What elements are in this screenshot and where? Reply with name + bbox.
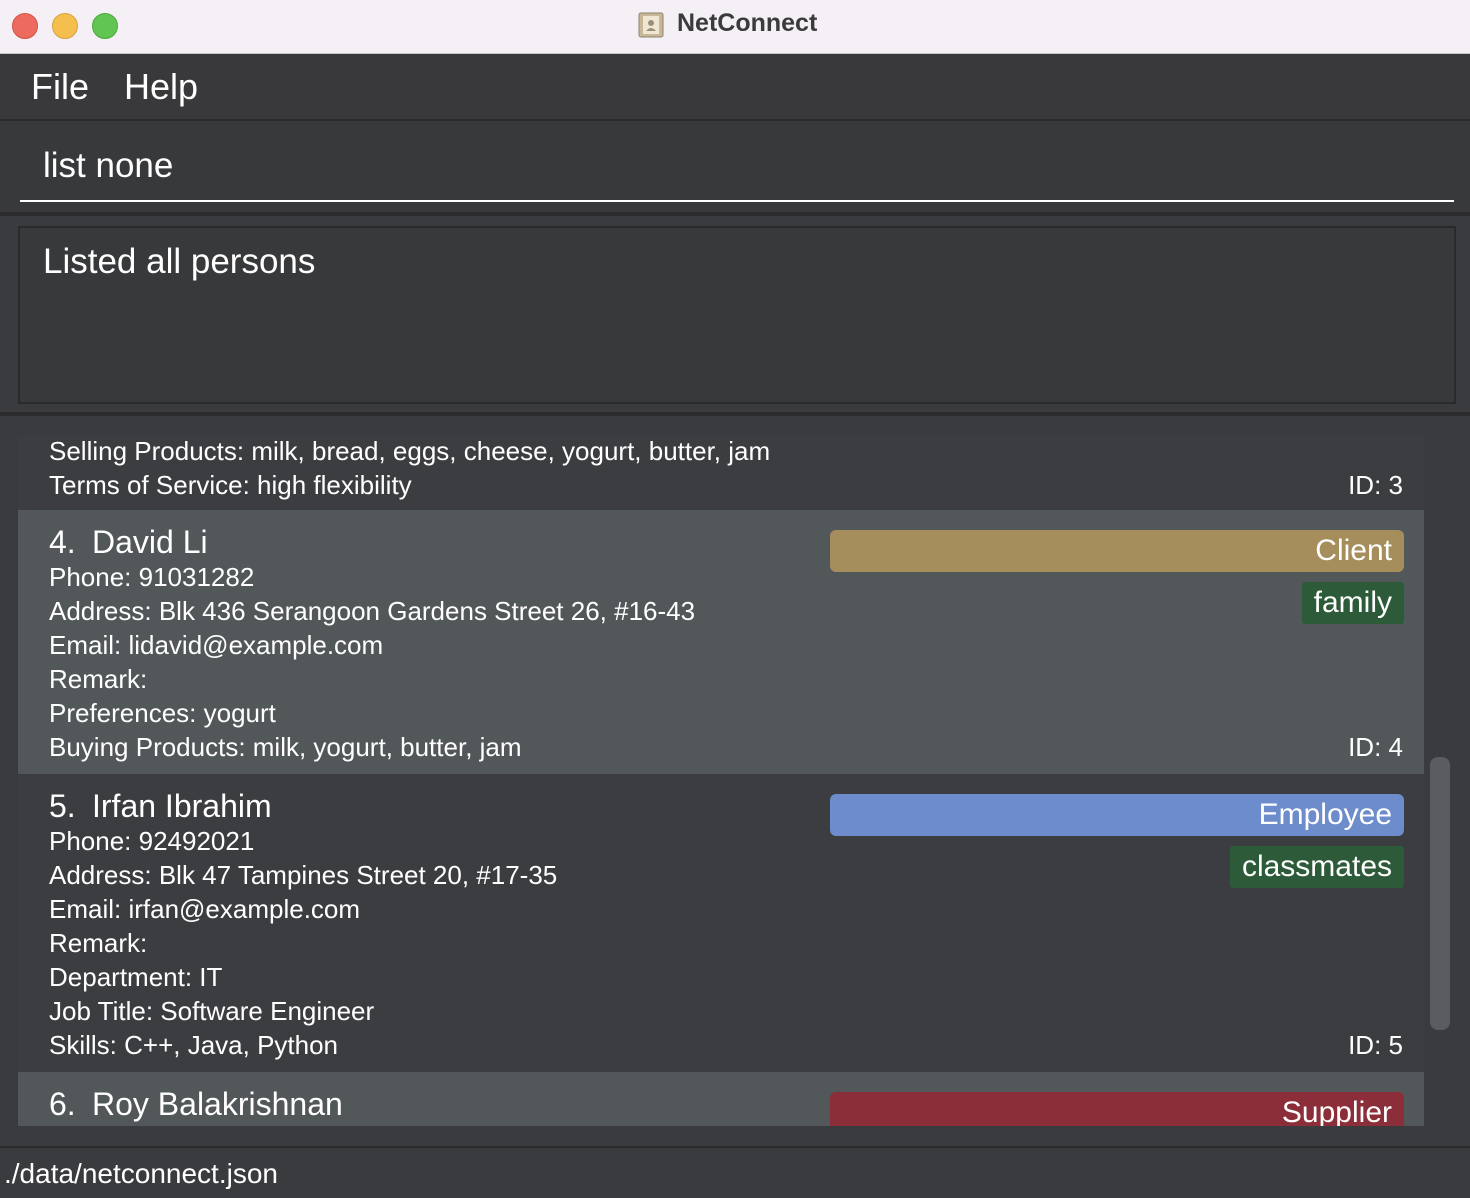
role-tag-employee: Employee <box>830 794 1404 836</box>
card-email: Email: irfan@example.com <box>49 894 361 924</box>
divider <box>0 412 1470 416</box>
card-name: Irfan Ibrahim <box>92 788 272 824</box>
card-index: 4. <box>49 524 76 560</box>
menu-bar: File Help <box>0 54 1470 121</box>
menu-help[interactable]: Help <box>124 66 198 108</box>
card-name: Roy Balakrishnan <box>92 1086 343 1122</box>
card-terms-of-service: Terms of Service: high flexibility <box>49 470 412 500</box>
person-card-5[interactable]: 5. Irfan Ibrahim Employee classmates Pho… <box>18 774 1424 1072</box>
status-bar: ./data/netconnect.json <box>0 1146 1470 1198</box>
close-window-button[interactable] <box>12 13 38 39</box>
card-phone: Phone: 91031282 <box>49 562 255 592</box>
card-remark: Remark: <box>49 928 148 958</box>
role-tag-supplier: Supplier <box>830 1092 1404 1126</box>
title-bar: NetConnect <box>0 0 1470 54</box>
result-message: Listed all persons <box>43 242 316 281</box>
card-index: 5. <box>49 788 76 824</box>
window-title: NetConnect <box>677 9 818 37</box>
card-phone: Phone: 92492021 <box>49 826 255 856</box>
card-id: ID: 5 <box>1348 1030 1403 1060</box>
card-buying-products: Buying Products: milk, yogurt, butter, j… <box>49 732 522 762</box>
person-card-6[interactable]: 6. Roy Balakrishnan Supplier <box>18 1072 1424 1126</box>
card-skills: Skills: C++, Java, Python <box>49 1030 339 1060</box>
card-department: Department: IT <box>49 962 223 992</box>
command-input[interactable]: list none <box>43 146 173 186</box>
maximize-window-button[interactable] <box>92 13 118 39</box>
person-list[interactable]: Selling Products: milk, bread, eggs, che… <box>18 436 1424 1126</box>
card-id: ID: 3 <box>1348 470 1403 500</box>
tag-classmates: classmates <box>1229 846 1404 888</box>
command-input-underline <box>20 200 1454 202</box>
person-card-3[interactable]: Selling Products: milk, bread, eggs, che… <box>18 436 1424 510</box>
menu-file[interactable]: File <box>31 66 89 108</box>
card-address: Address: Blk 436 Serangoon Gardens Stree… <box>49 596 696 626</box>
card-preferences: Preferences: yogurt <box>49 698 276 728</box>
tag-family: family <box>1301 582 1404 624</box>
card-job-title: Job Title: Software Engineer <box>49 996 375 1026</box>
card-address: Address: Blk 47 Tampines Street 20, #17-… <box>49 860 558 890</box>
list-scrollbar-thumb[interactable] <box>1430 757 1450 1030</box>
result-display[interactable]: Listed all persons <box>18 226 1456 404</box>
command-box: list none <box>0 121 1470 216</box>
card-id: ID: 4 <box>1348 732 1403 762</box>
card-name: David Li <box>92 524 208 560</box>
save-location: ./data/netconnect.json <box>4 1158 278 1189</box>
role-tag-client: Client <box>830 530 1404 572</box>
card-index: 6. <box>49 1086 76 1122</box>
card-selling-products: Selling Products: milk, bread, eggs, che… <box>49 436 771 466</box>
contacts-app-icon <box>638 12 664 38</box>
person-card-4[interactable]: 4. David Li Client family Phone: 9103128… <box>18 510 1424 774</box>
card-remark: Remark: <box>49 664 148 694</box>
minimize-window-button[interactable] <box>52 13 78 39</box>
card-email: Email: lidavid@example.com <box>49 630 384 660</box>
